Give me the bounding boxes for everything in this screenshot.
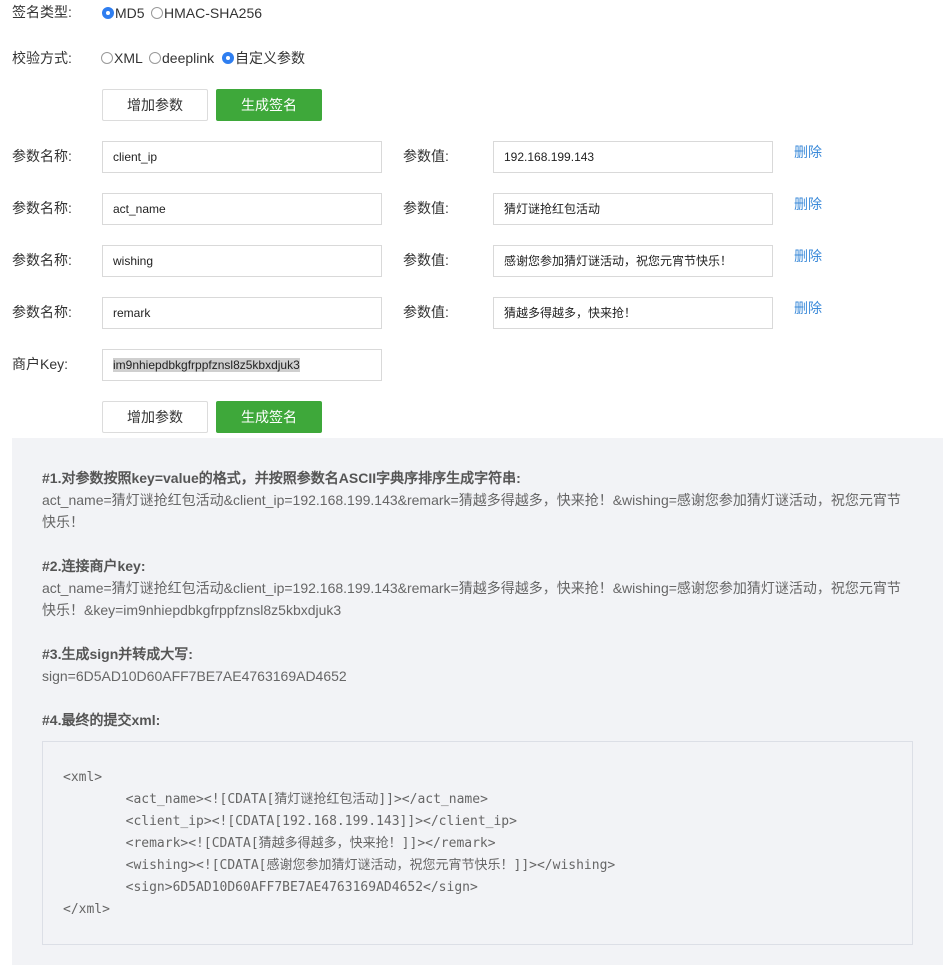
step1-text-line2: 快乐！	[42, 514, 84, 530]
xml-code-line: <client_ip><![CDATA[192.168.199.143]]></…	[63, 814, 517, 829]
param-value-input[interactable]: 猜越多得越多，快来抢！	[493, 297, 773, 329]
radio-checked-icon	[222, 52, 234, 64]
radio-xml[interactable]: XML	[101, 48, 143, 68]
sign-type-label: 签名类型:	[12, 4, 72, 20]
param-value-input[interactable]: 猜灯谜抢红包活动	[493, 193, 773, 225]
step2-title: #2.连接商户key:	[42, 558, 146, 574]
param-value-label: 参数值:	[403, 252, 449, 268]
param-value-input[interactable]: 感谢您参加猜灯谜活动，祝您元宵节快乐！	[493, 245, 773, 277]
radio-custom-params[interactable]: 自定义参数	[222, 48, 305, 68]
xml-code-line: <remark><![CDATA[猜越多得越多，快来抢！]]></remark>	[63, 836, 496, 851]
delete-param-link[interactable]: 删除	[794, 298, 822, 318]
param-value-label: 参数值:	[403, 304, 449, 320]
radio-unchecked-icon	[151, 7, 163, 19]
param-name-input[interactable]: remark	[102, 297, 382, 329]
step1-text-line1: act_name=猜灯谜抢红包活动&client_ip=192.168.199.…	[42, 492, 901, 508]
param-value-input[interactable]: 192.168.199.143	[493, 141, 773, 173]
radio-custom-params-label: 自定义参数	[235, 50, 305, 66]
step4-title: #4.最终的提交xml:	[42, 712, 161, 728]
generate-sign-button[interactable]: 生成签名	[216, 89, 322, 121]
radio-hmac-sha256-label: HMAC-SHA256	[164, 5, 263, 21]
verify-mode-label: 校验方式:	[12, 50, 72, 66]
step2-text-line1: act_name=猜灯谜抢红包活动&client_ip=192.168.199.…	[42, 580, 901, 596]
merchant-key-label: 商户Key:	[12, 356, 69, 372]
radio-xml-label: XML	[114, 50, 143, 66]
merchant-key-input[interactable]: im9nhiepdbkgfrppfznsl8z5kbxdjuk3	[102, 349, 382, 381]
param-value-label: 参数值:	[403, 200, 449, 216]
param-name-label: 参数名称:	[12, 304, 72, 320]
xml-code-line: <sign>6D5AD10D60AFF7BE7AE4763169AD4652</…	[63, 880, 478, 895]
param-name-label: 参数名称:	[12, 252, 72, 268]
param-name-input[interactable]: act_name	[102, 193, 382, 225]
delete-param-link[interactable]: 删除	[794, 246, 822, 266]
step2-text-line2: 快乐！&key=im9nhiepdbkgfrppfznsl8z5kbxdjuk3	[42, 602, 342, 618]
radio-deeplink-label: deeplink	[162, 50, 215, 66]
delete-param-link[interactable]: 删除	[794, 142, 822, 162]
param-name-input[interactable]: wishing	[102, 245, 382, 277]
xml-code-line: <wishing><![CDATA[感谢您参加猜灯谜活动，祝您元宵节快乐！]]>…	[63, 858, 616, 873]
xml-code-line: </xml>	[63, 902, 110, 917]
radio-deeplink[interactable]: deeplink	[149, 48, 214, 68]
radio-hmac-sha256[interactable]: HMAC-SHA256	[151, 3, 262, 23]
xml-code-line: <xml>	[63, 770, 103, 785]
radio-md5[interactable]: MD5	[102, 3, 145, 23]
step1-title: #1.对参数按照key=value的格式，并按照参数名ASCII字典序排序生成字…	[42, 470, 521, 486]
param-value-label: 参数值:	[403, 148, 449, 164]
step3-text: sign=6D5AD10D60AFF7BE7AE4763169AD4652	[42, 668, 347, 684]
add-param-button[interactable]: 增加参数	[102, 89, 208, 121]
add-param-button[interactable]: 增加参数	[102, 401, 208, 433]
generate-sign-button[interactable]: 生成签名	[216, 401, 322, 433]
param-name-label: 参数名称:	[12, 148, 72, 164]
step3-title: #3.生成sign并转成大写:	[42, 646, 193, 662]
radio-unchecked-icon	[101, 52, 113, 64]
xml-code-line: <act_name><![CDATA[猜灯谜抢红包活动]]></act_name…	[63, 792, 488, 807]
param-name-label: 参数名称:	[12, 200, 72, 216]
param-name-input[interactable]: client_ip	[102, 141, 382, 173]
delete-param-link[interactable]: 删除	[794, 194, 822, 214]
radio-checked-icon	[102, 7, 114, 19]
radio-md5-label: MD5	[115, 5, 145, 21]
merchant-key-value: im9nhiepdbkgfrppfznsl8z5kbxdjuk3	[113, 358, 300, 372]
radio-unchecked-icon	[149, 52, 161, 64]
